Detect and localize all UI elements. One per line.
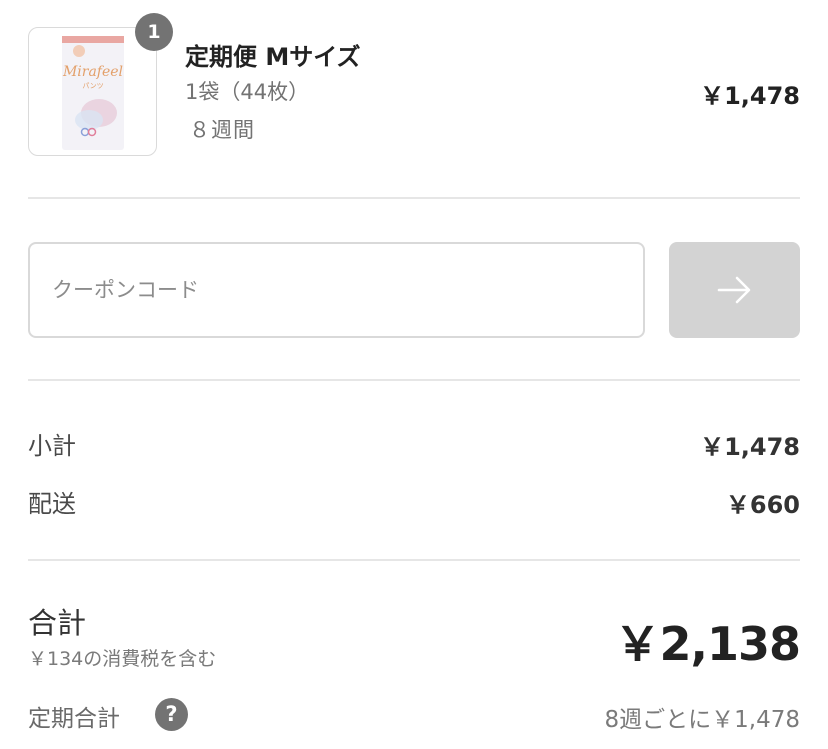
line-item: Mirafeel パンツ 1 定期便 Mサイズ 1袋（44枚） ８週間 ￥1,4… (28, 13, 800, 157)
item-price: ￥1,478 (700, 82, 800, 110)
package-brand-text: Mirafeel (62, 64, 123, 80)
item-variant: 1袋（44枚） (185, 80, 310, 104)
package-sub-text: パンツ (82, 82, 103, 90)
item-delivery-interval: ８週間 (189, 118, 255, 142)
quantity-badge: 1 (135, 13, 173, 51)
coupon-code-input[interactable] (28, 242, 645, 338)
divider (28, 379, 800, 381)
total-label: 合計 (28, 606, 87, 640)
arrow-right-icon (717, 276, 751, 304)
product-thumbnail: Mirafeel パンツ 1 (28, 13, 173, 156)
question-circle-icon[interactable]: ? (155, 698, 188, 731)
subtotal-value: ￥1,478 (700, 433, 800, 461)
divider (28, 559, 800, 561)
subscription-total-label: 定期合計 (28, 706, 120, 732)
subscription-total-value: 8週ごとに￥1,478 (604, 707, 800, 733)
apply-coupon-button[interactable] (669, 242, 800, 338)
subtotal-label: 小計 (28, 432, 76, 460)
shipping-value: ￥660 (725, 491, 800, 519)
tax-note: ￥134の消費税を含む (28, 648, 217, 670)
total-value: ￥2,138 (614, 617, 801, 671)
divider (28, 197, 800, 199)
diaper-package-image: Mirafeel パンツ (62, 36, 124, 150)
shipping-label: 配送 (28, 490, 76, 518)
item-title: 定期便 Mサイズ (185, 43, 361, 71)
order-summary: Mirafeel パンツ 1 定期便 Mサイズ 1袋（44枚） ８週間 ￥1,4… (0, 0, 828, 749)
